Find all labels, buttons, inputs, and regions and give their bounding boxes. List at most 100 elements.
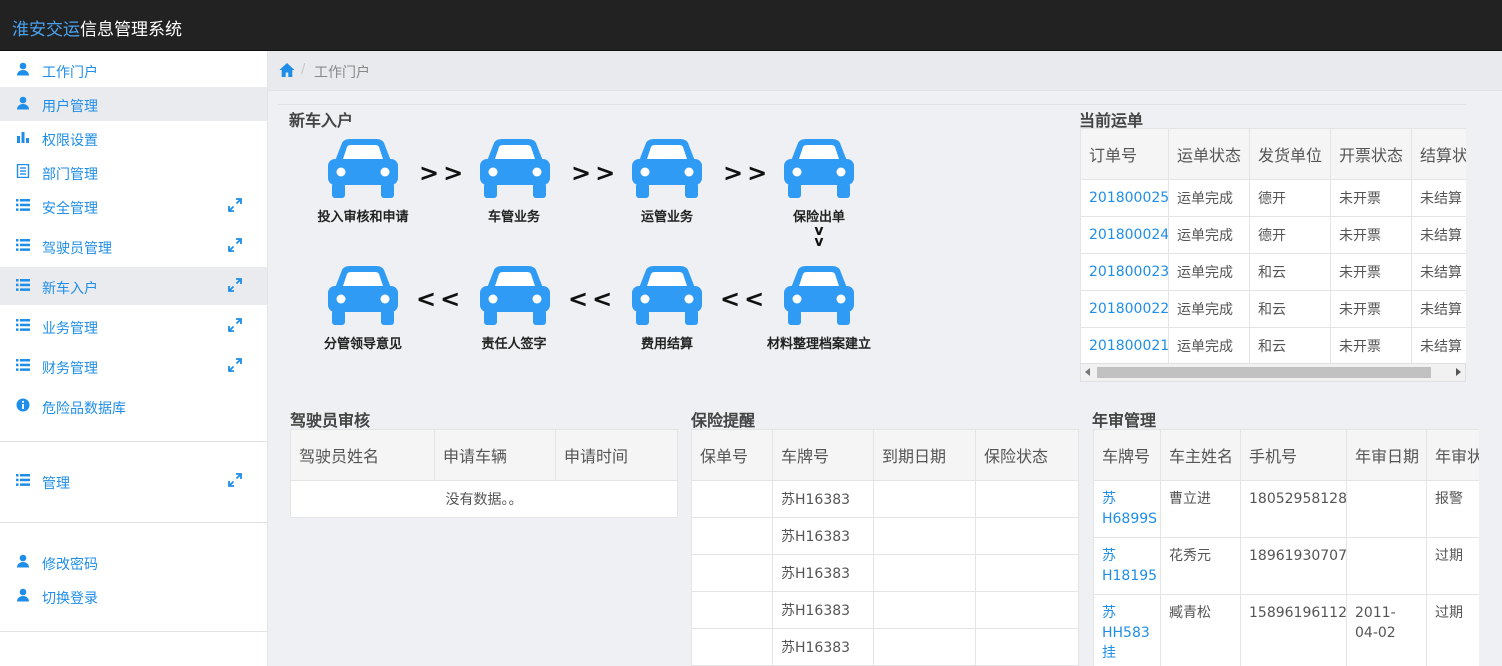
plate-link[interactable]: 苏H18195 bbox=[1093, 537, 1161, 595]
sidebar-item-change-password[interactable]: 修改密码 bbox=[0, 545, 267, 579]
column-header[interactable]: 年审日期 bbox=[1346, 429, 1427, 481]
table-cell bbox=[1346, 480, 1427, 538]
column-header[interactable]: 车主姓名 bbox=[1160, 429, 1241, 481]
expand-icon[interactable] bbox=[228, 318, 242, 332]
table-cell bbox=[873, 480, 976, 518]
column-header[interactable]: 驾驶员姓名 bbox=[290, 429, 435, 481]
table-row: 201800025 运单完成 德开 未开票 未结算 bbox=[1080, 179, 1466, 217]
app-brand[interactable]: 淮安交运信息管理系统 bbox=[12, 15, 182, 40]
column-header[interactable]: 车牌号 bbox=[772, 429, 874, 481]
user-icon bbox=[17, 588, 29, 602]
sidebar-divider bbox=[0, 441, 267, 442]
sidebar-item-portal[interactable]: 工作门户 bbox=[0, 53, 267, 87]
sidebar-item-finance[interactable]: 财务管理 bbox=[0, 349, 267, 383]
flow-step-label: 分管领导意见 bbox=[323, 337, 402, 352]
arrow-right: >> bbox=[419, 159, 468, 187]
sidebar-item-departments[interactable]: 部门管理 bbox=[0, 155, 267, 189]
table-cell: 过期 bbox=[1426, 537, 1479, 595]
column-header[interactable]: 保险状态 bbox=[975, 429, 1079, 481]
order-id-link[interactable]: 201800023 bbox=[1080, 253, 1169, 291]
table-cell: 未开票 bbox=[1330, 327, 1412, 364]
home-icon[interactable] bbox=[279, 62, 295, 78]
annual-title: 年审管理 bbox=[1092, 411, 1157, 430]
table-cell: 未结算 bbox=[1411, 327, 1466, 364]
table-cell: 和云 bbox=[1249, 253, 1331, 291]
content-divider bbox=[278, 104, 1466, 105]
sidebar-item-new-vehicle[interactable]: 新车入户 bbox=[0, 267, 267, 305]
column-header[interactable]: 结算状态 bbox=[1411, 128, 1466, 180]
arrow-left: << bbox=[720, 285, 769, 313]
column-header[interactable]: 开票状态 bbox=[1330, 128, 1412, 180]
car-icon bbox=[782, 139, 856, 199]
arrow-right: >> bbox=[723, 159, 772, 187]
table-cell: 18961930707 bbox=[1240, 537, 1347, 595]
table-cell: 未结算 bbox=[1411, 290, 1466, 328]
info-icon bbox=[16, 398, 30, 412]
car-icon bbox=[478, 139, 552, 199]
table-row: 苏H16383 bbox=[691, 517, 1079, 555]
sidebar-item-label: 新车入户 bbox=[42, 281, 98, 297]
table-cell bbox=[975, 591, 1079, 629]
column-header[interactable]: 到期日期 bbox=[873, 429, 976, 481]
sidebar-item-admin[interactable]: 管理 bbox=[0, 464, 267, 498]
table-row: 201800022 运单完成 和云 未开票 未结算 bbox=[1080, 290, 1466, 328]
table-cell bbox=[873, 591, 976, 629]
expand-icon[interactable] bbox=[228, 358, 242, 372]
sidebar-item-security[interactable]: 安全管理 bbox=[0, 189, 267, 223]
breadcrumb-separator: / bbox=[301, 62, 306, 77]
table-cell bbox=[975, 628, 1079, 666]
sidebar-item-hazmat-db[interactable]: 危险品数据库 bbox=[0, 389, 267, 423]
column-header[interactable]: 申请时间 bbox=[555, 429, 678, 481]
sidebar-item-permissions[interactable]: 权限设置 bbox=[0, 121, 267, 155]
plate-link[interactable]: 苏HH583挂 bbox=[1093, 594, 1161, 666]
expand-icon[interactable] bbox=[228, 238, 242, 252]
user-icon bbox=[17, 554, 29, 568]
table-cell: 曹立进 bbox=[1160, 480, 1241, 538]
column-header[interactable]: 车牌号 bbox=[1093, 429, 1161, 481]
sidebar-item-drivers[interactable]: 驾驶员管理 bbox=[0, 229, 267, 263]
expand-icon[interactable] bbox=[228, 473, 242, 487]
column-header[interactable]: 运单状态 bbox=[1168, 128, 1250, 180]
table-cell: 报警 bbox=[1426, 480, 1479, 538]
orders-horizontal-scrollbar[interactable] bbox=[1080, 363, 1466, 382]
column-header[interactable]: 发货单位 bbox=[1249, 128, 1331, 180]
sidebar-item-switch-login[interactable]: 切换登录 bbox=[0, 579, 267, 613]
car-icon bbox=[478, 266, 552, 326]
sidebar: 工作门户 用户管理 权限设置 部门管理 安全管理 驾驶员管理 新车入户 业务管理… bbox=[0, 51, 268, 666]
scroll-left-icon[interactable] bbox=[1085, 368, 1090, 376]
arrow-left: << bbox=[568, 285, 617, 313]
plate-link[interactable]: 苏H6899S bbox=[1093, 480, 1161, 538]
order-id-link[interactable]: 201800022 bbox=[1080, 290, 1169, 328]
table-cell: 德开 bbox=[1249, 179, 1331, 217]
table-cell: 苏H16383 bbox=[772, 591, 874, 629]
table-cell bbox=[691, 628, 773, 666]
table-cell bbox=[873, 628, 976, 666]
table-cell bbox=[691, 517, 773, 555]
flow-step-label: 材料整理档案建立 bbox=[766, 337, 871, 352]
brand-highlight: 淮安交运 bbox=[12, 20, 80, 40]
table-cell: 和云 bbox=[1249, 290, 1331, 328]
column-header[interactable]: 手机号 bbox=[1240, 429, 1347, 481]
expand-icon[interactable] bbox=[228, 278, 242, 292]
table-cell bbox=[691, 480, 773, 518]
table-cell: 未开票 bbox=[1330, 216, 1412, 254]
car-icon bbox=[630, 266, 704, 326]
expand-icon[interactable] bbox=[228, 198, 242, 212]
order-id-link[interactable]: 201800021 bbox=[1080, 327, 1169, 364]
breadcrumb-current: 工作门户 bbox=[314, 65, 370, 81]
scrollbar-thumb[interactable] bbox=[1097, 367, 1431, 378]
column-header[interactable]: 保单号 bbox=[691, 429, 773, 481]
column-header[interactable]: 订单号 bbox=[1080, 128, 1169, 180]
sidebar-item-label: 安全管理 bbox=[42, 201, 98, 217]
table-cell: 运单完成 bbox=[1168, 253, 1250, 291]
order-id-link[interactable]: 201800024 bbox=[1080, 216, 1169, 254]
car-icon bbox=[630, 139, 704, 199]
sidebar-item-users[interactable]: 用户管理 bbox=[0, 87, 267, 121]
flow-step-label: 车管业务 bbox=[487, 210, 540, 225]
order-id-link[interactable]: 201800025 bbox=[1080, 179, 1169, 217]
sidebar-item-business[interactable]: 业务管理 bbox=[0, 309, 267, 343]
column-header[interactable]: 申请车辆 bbox=[434, 429, 556, 481]
column-header[interactable]: 年审状态 bbox=[1426, 429, 1479, 481]
sidebar-divider bbox=[0, 631, 267, 632]
scroll-right-icon[interactable] bbox=[1456, 368, 1461, 376]
